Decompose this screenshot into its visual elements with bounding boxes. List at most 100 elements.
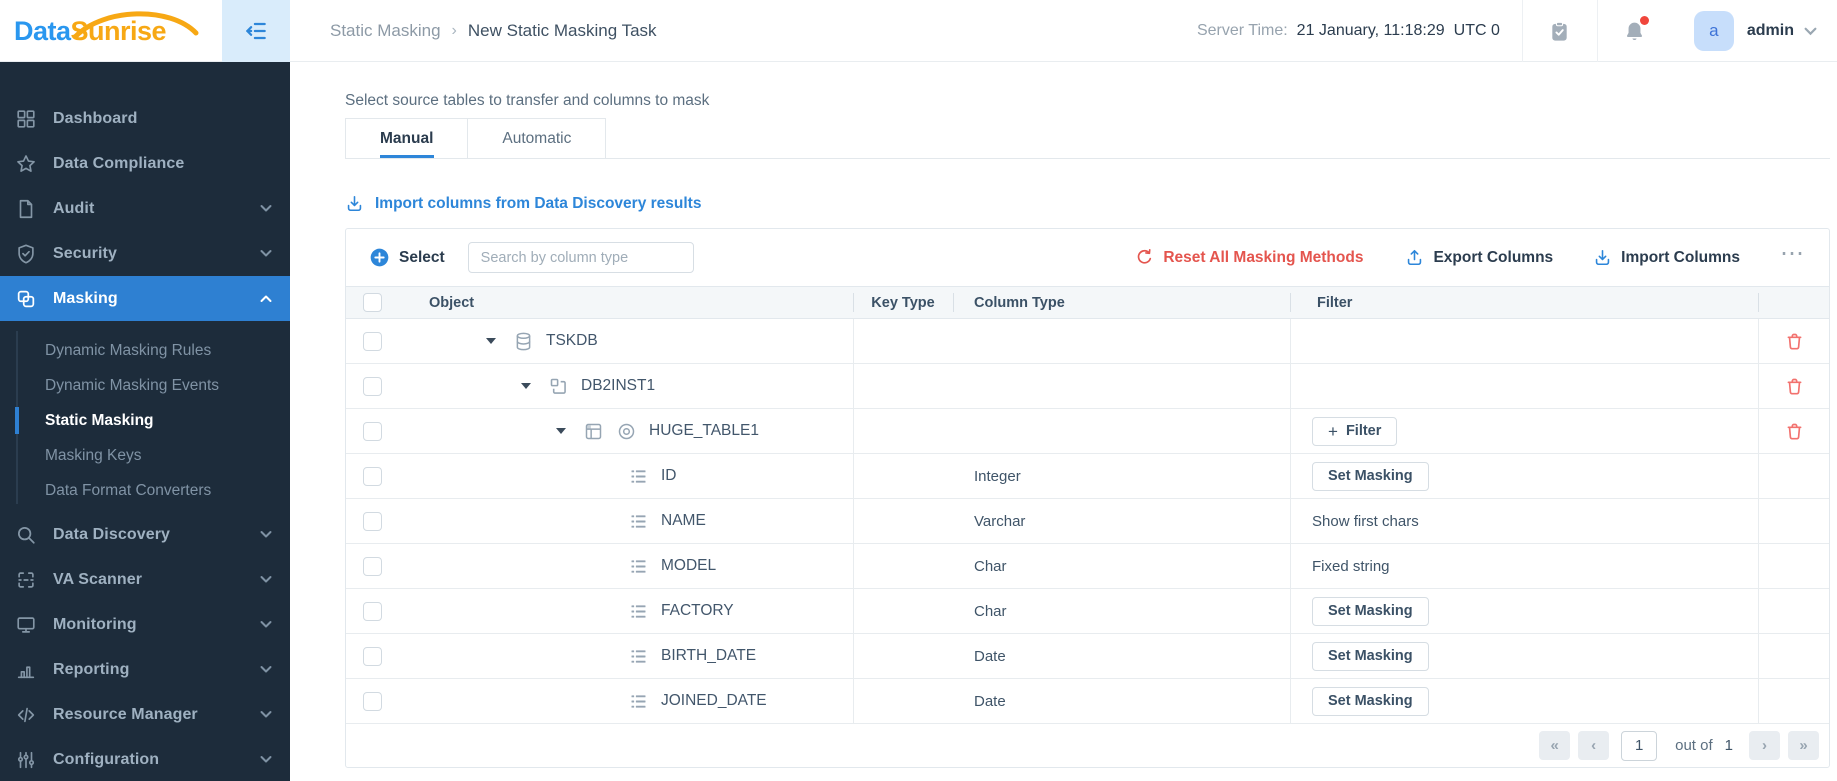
row-checkbox[interactable] (363, 421, 382, 441)
sidebar-item-va-scanner[interactable]: VA Scanner (0, 557, 290, 602)
key-type-cell (853, 319, 953, 363)
add-filter-button[interactable]: + Filter (1312, 416, 1398, 446)
row-checkbox[interactable] (363, 376, 382, 396)
trash-icon[interactable] (1784, 376, 1805, 397)
trash-icon[interactable] (1784, 331, 1805, 352)
sidebar-item-masking[interactable]: Masking (0, 276, 290, 321)
sidebar: Dashboard Data Compliance Audit Security Mas… (0, 62, 290, 781)
more-options-button[interactable]: ⋯ (1780, 241, 1805, 267)
search-icon (15, 524, 39, 546)
page-input[interactable] (1621, 730, 1658, 761)
chevron-down-icon (260, 249, 272, 258)
row-checkbox[interactable] (363, 601, 382, 621)
sidebar-menu: Dashboard Data Compliance Audit Security Mas… (0, 96, 290, 781)
sidebar-item-security[interactable]: Security (0, 231, 290, 276)
next-page-button[interactable]: › (1749, 731, 1780, 760)
sidebar-item-data-discovery[interactable]: Data Discovery (0, 512, 290, 557)
sidebar-subitem-data-format-converters[interactable]: Data Format Converters (0, 473, 290, 508)
row-checkbox[interactable] (363, 691, 382, 711)
select-all-checkbox[interactable] (363, 293, 382, 312)
reset-icon (1135, 248, 1154, 267)
tab-manual[interactable]: Manual (345, 118, 469, 159)
tasks-button[interactable] (1521, 0, 1597, 62)
row-checkbox[interactable] (363, 466, 382, 486)
object-name: JOINED_DATE (661, 692, 767, 709)
chevron-down-icon (260, 665, 272, 674)
column-type-cell: Date (974, 647, 1006, 665)
notifications-button[interactable] (1596, 0, 1672, 62)
key-type-cell (853, 364, 953, 408)
tab-automatic-label: Automatic (502, 129, 572, 147)
sidebar-collapse-button[interactable] (222, 0, 290, 62)
table-row-joined-date: JOINED_DATE Date Set Masking (346, 679, 1829, 724)
plus-icon: + (1328, 421, 1338, 441)
server-time-value: 21 January, 11:18:29 (1296, 22, 1445, 39)
sidebar-item-audit[interactable]: Audit (0, 186, 290, 231)
set-masking-button[interactable]: Set Masking (1312, 686, 1429, 716)
import-discovery-link[interactable]: Import columns from Data Discovery resul… (345, 194, 701, 213)
sidebar-item-reporting[interactable]: Reporting (0, 647, 290, 692)
code-icon (15, 704, 39, 726)
key-type-cell (853, 679, 953, 723)
row-checkbox[interactable] (363, 556, 382, 576)
prev-page-button[interactable]: ‹ (1578, 731, 1610, 760)
set-masking-button[interactable]: Set Masking (1312, 596, 1429, 626)
sidebar-item-data-compliance[interactable]: Data Compliance (0, 141, 290, 186)
select-button-label: Select (399, 248, 445, 266)
column-type-cell: Char (974, 557, 1007, 575)
database-icon (513, 331, 534, 352)
row-checkbox[interactable] (363, 511, 382, 531)
first-page-button[interactable]: « (1539, 731, 1571, 760)
columns-icon (628, 601, 649, 622)
sidebar-item-resource-manager[interactable]: Resource Manager (0, 692, 290, 737)
search-input[interactable] (467, 242, 694, 273)
sidebar-item-label: Resource Manager (53, 705, 198, 723)
masking-icon (15, 288, 39, 310)
sidebar-subitem-dynamic-masking-rules[interactable]: Dynamic Masking Rules (0, 333, 290, 368)
breadcrumb-section[interactable]: Static Masking (330, 21, 441, 41)
sidebar-item-label: Reporting (53, 660, 130, 678)
expand-caret-icon[interactable] (521, 383, 531, 389)
set-masking-button[interactable]: Set Masking (1312, 641, 1429, 671)
last-page-button[interactable]: » (1788, 731, 1819, 760)
logo-word-sunrise: Sunrise (70, 15, 167, 46)
reset-masking-button[interactable]: Reset All Masking Methods (1135, 248, 1363, 267)
sidebar-subitem-dynamic-masking-events[interactable]: Dynamic Masking Events (0, 368, 290, 403)
user-menu[interactable]: a admin (1672, 11, 1837, 51)
export-columns-label: Export Columns (1433, 248, 1554, 266)
sidebar-item-label: Security (53, 244, 117, 262)
tab-automatic[interactable]: Automatic (468, 118, 607, 159)
sidebar-subitem-masking-keys[interactable]: Masking Keys (0, 438, 290, 473)
row-checkbox[interactable] (363, 646, 382, 666)
logo-word-data: Data (14, 15, 71, 46)
server-time-zone: UTC 0 (1453, 22, 1500, 39)
avatar: a (1693, 11, 1734, 51)
clipboard-check-icon (1548, 20, 1571, 43)
pagination: « ‹ out of 1 › » (1539, 730, 1819, 761)
expand-caret-icon[interactable] (556, 428, 566, 434)
key-type-cell (853, 634, 953, 678)
table-body: TSKDB DB2INST1 HUGE_TABLE1 + Filter ID Integer… (346, 319, 1829, 724)
sidebar-subitem-static-masking[interactable]: Static Masking (0, 403, 290, 438)
expand-caret-icon[interactable] (486, 338, 496, 344)
row-checkbox[interactable] (363, 331, 382, 351)
sidebar-item-configuration[interactable]: Configuration (0, 737, 290, 781)
total-pages: 1 (1724, 737, 1733, 754)
export-columns-button[interactable]: Export Columns (1405, 248, 1553, 267)
chevron-down-icon (260, 204, 272, 213)
chevron-down-icon (260, 755, 272, 764)
columns-icon (628, 691, 649, 712)
masking-method-text: Show first chars (1312, 512, 1419, 530)
star-icon (15, 153, 39, 175)
sidebar-item-label: Masking (53, 289, 118, 307)
sidebar-item-monitoring[interactable]: Monitoring (0, 602, 290, 647)
select-button[interactable]: Select (370, 248, 445, 267)
reset-masking-label: Reset All Masking Methods (1163, 248, 1364, 266)
import-columns-button[interactable]: Import Columns (1593, 248, 1740, 267)
filter-cell: Set Masking (1290, 634, 1758, 678)
filter-cell: Set Masking (1290, 589, 1758, 633)
trash-icon[interactable] (1784, 421, 1805, 442)
set-masking-button[interactable]: Set Masking (1312, 461, 1429, 491)
tab-manual-label: Manual (380, 129, 434, 147)
sidebar-item-dashboard[interactable]: Dashboard (0, 96, 290, 141)
